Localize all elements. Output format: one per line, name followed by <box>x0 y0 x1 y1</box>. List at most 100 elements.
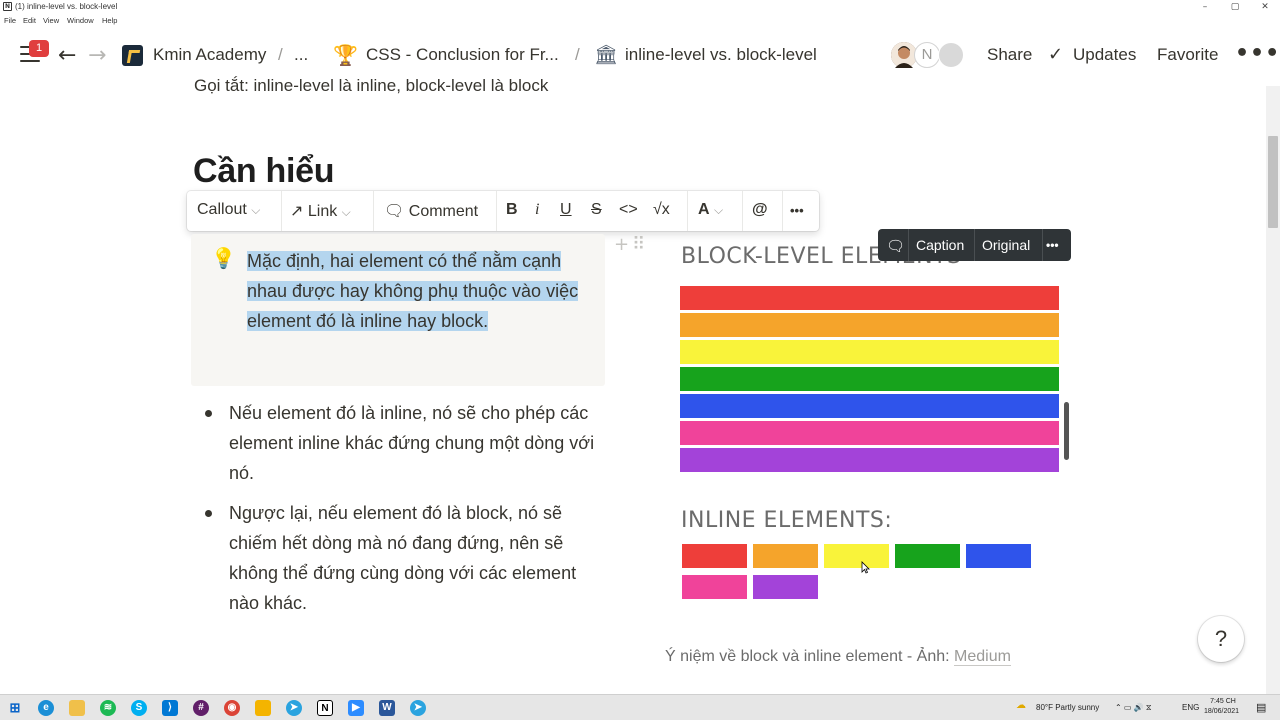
bullet-list: Nếu element đó là inline, nó sẽ cho phép… <box>200 398 610 628</box>
minimize-button[interactable]: – <box>1190 0 1220 14</box>
inline-box-pink <box>682 575 747 599</box>
forward-arrow-icon[interactable]: → <box>88 43 106 68</box>
user-avatar-logo[interactable] <box>938 42 964 68</box>
inline-box-green <box>895 544 960 568</box>
share-button[interactable]: Share <box>987 45 1032 65</box>
original-button[interactable]: Original <box>982 237 1030 253</box>
help-button[interactable]: ? <box>1198 616 1244 662</box>
toolbar-more-icon[interactable]: ••• <box>790 203 804 218</box>
classical-building-icon: 🏛 <box>594 44 619 66</box>
inline-box-orange <box>753 544 818 568</box>
turn-into-callout-button[interactable]: Callout ⌵ <box>197 201 260 219</box>
more-options-icon[interactable]: ••• <box>1235 41 1280 66</box>
notion-icon[interactable]: N <box>317 700 333 716</box>
menu-bar: File Edit View Window Help <box>0 14 1280 26</box>
spotify-icon[interactable]: ≋ <box>100 700 116 716</box>
window-titlebar: N (1) inline-level vs. block-level – ▢ ✕ <box>0 0 1280 14</box>
breadcrumb-kmin-academy[interactable]: Kmin Academy <box>153 45 266 65</box>
file-explorer-icon[interactable] <box>69 700 85 716</box>
edge-icon[interactable]: e <box>38 700 54 716</box>
callout-text[interactable]: Mặc định, hai element có thể nằm cạnh nh… <box>247 246 599 336</box>
inline-box-purple <box>753 575 818 599</box>
list-item[interactable]: Ngược lại, nếu element đó là block, nó s… <box>200 498 610 618</box>
chrome-icon[interactable]: ◉ <box>224 700 240 716</box>
caption-link[interactable]: Medium <box>954 648 1011 666</box>
link-button[interactable]: ↗ Link ⌵ <box>290 201 351 221</box>
notifications-icon[interactable]: ▤ <box>1256 701 1266 714</box>
block-vs-inline-image[interactable]: BLOCK-LEVEL ELEMENTS INLINE ELEMENTS: <box>672 236 1067 606</box>
tray-icons[interactable]: ⌃ ▭ 🔊 ⧖ <box>1115 703 1152 713</box>
image-caption[interactable]: Ý niệm về block và inline element - Ảnh:… <box>665 648 1011 666</box>
word-icon[interactable]: W <box>379 700 395 716</box>
zoom-icon[interactable]: ▶ <box>348 700 364 716</box>
selected-text: Mặc định, hai element có thể nằm cạnh nh… <box>247 251 579 331</box>
menu-window[interactable]: Window <box>67 16 94 25</box>
breadcrumb-separator: / <box>575 45 580 64</box>
clock-time[interactable]: 7:45 CH <box>1208 698 1238 705</box>
telegram-icon[interactable]: ➤ <box>286 700 302 716</box>
page-topbar: 1 ← → Kmin Academy / ... 🏆 CSS - Conclus… <box>0 26 1279 86</box>
kmin-logo-icon <box>122 45 143 66</box>
windows-taskbar: ⊞ e ≋ S ⟩ # ◉ ➤ N ▶ W ➤ ☁ 80°F Partly su… <box>0 694 1280 720</box>
inline-box-blue <box>966 544 1031 568</box>
callout-block[interactable]: 💡 Mặc định, hai element có thể nằm cạnh … <box>191 234 605 386</box>
text-format-toolbar: Callout ⌵ ↗ Link ⌵ 🗨 Comment B i U S <> … <box>187 191 819 231</box>
language-indicator[interactable]: ENG <box>1182 703 1199 712</box>
weather-status[interactable]: 80°F Partly sunny <box>1036 703 1099 712</box>
block-drag-handle-icon[interactable]: +⠿ <box>614 234 648 255</box>
breadcrumb-separator: / <box>278 45 283 64</box>
skype-icon[interactable]: S <box>131 700 147 716</box>
strikethrough-button[interactable]: S <box>591 201 602 219</box>
slack-icon[interactable]: # <box>193 700 209 716</box>
equation-button[interactable]: √x <box>653 201 670 219</box>
code-button[interactable]: <> <box>619 201 638 219</box>
underline-button[interactable]: U <box>560 201 572 219</box>
menu-help[interactable]: Help <box>102 16 117 25</box>
mention-button[interactable]: @ <box>752 201 768 219</box>
italic-button[interactable]: i <box>535 201 539 219</box>
vscode-icon[interactable]: ⟩ <box>162 700 178 716</box>
close-button[interactable]: ✕ <box>1250 0 1280 14</box>
breadcrumb-css-conclusion[interactable]: CSS - Conclusion for Fr... <box>366 45 559 65</box>
breadcrumb-current-page[interactable]: inline-level vs. block-level <box>625 45 817 65</box>
sticky-notes-icon[interactable] <box>255 700 271 716</box>
check-icon[interactable]: ✓ <box>1048 44 1063 65</box>
breadcrumb-ellipsis[interactable]: ... <box>294 45 308 65</box>
bold-button[interactable]: B <box>506 201 518 219</box>
menu-edit[interactable]: Edit <box>23 16 36 25</box>
image-toolbar: 🗨 Caption Original ••• <box>878 229 1071 261</box>
image-more-icon[interactable]: ••• <box>1046 238 1059 252</box>
page-heading: Cần hiểu <box>193 152 335 190</box>
image-resize-handle[interactable] <box>1064 402 1069 460</box>
block-bar-yellow <box>680 340 1059 364</box>
caption-button[interactable]: Caption <box>916 237 964 253</box>
clock-date[interactable]: 18/06/2021 <box>1204 708 1239 715</box>
inline-box-yellow <box>824 544 889 568</box>
weather-icon: ☁ <box>1016 700 1026 711</box>
notion-app-icon: N <box>3 2 12 11</box>
block-bar-purple <box>680 448 1059 472</box>
user-avatar-initials[interactable]: N <box>914 42 940 68</box>
partially-scrolled-text: Gọi tắt: inline-level là inline, block-l… <box>194 76 549 95</box>
block-bar-green <box>680 367 1059 391</box>
notification-badge[interactable]: 1 <box>29 40 49 57</box>
trophy-icon: 🏆 <box>333 43 358 67</box>
inline-title: INLINE ELEMENTS: <box>681 508 893 533</box>
menu-view[interactable]: View <box>43 16 59 25</box>
text-color-button[interactable]: A ⌵ <box>698 201 723 219</box>
page-scrollbar-thumb[interactable] <box>1268 136 1278 228</box>
menu-file[interactable]: File <box>4 16 16 25</box>
comment-icon[interactable]: 🗨 <box>886 237 905 255</box>
speech-bubble-icon: 🗨 <box>384 203 405 220</box>
list-item[interactable]: Nếu element đó là inline, nó sẽ cho phép… <box>200 398 610 488</box>
window-title: (1) inline-level vs. block-level <box>15 2 118 11</box>
back-arrow-icon[interactable]: ← <box>58 43 76 68</box>
maximize-button[interactable]: ▢ <box>1220 0 1250 14</box>
windows-start-icon[interactable]: ⊞ <box>7 700 23 716</box>
lightbulb-icon[interactable]: 💡 <box>211 246 236 270</box>
comment-button[interactable]: 🗨 Comment <box>384 201 478 221</box>
block-bar-blue <box>680 394 1059 418</box>
updates-button[interactable]: Updates <box>1073 45 1136 65</box>
telegram-icon-2[interactable]: ➤ <box>410 700 426 716</box>
favorite-button[interactable]: Favorite <box>1157 45 1218 65</box>
